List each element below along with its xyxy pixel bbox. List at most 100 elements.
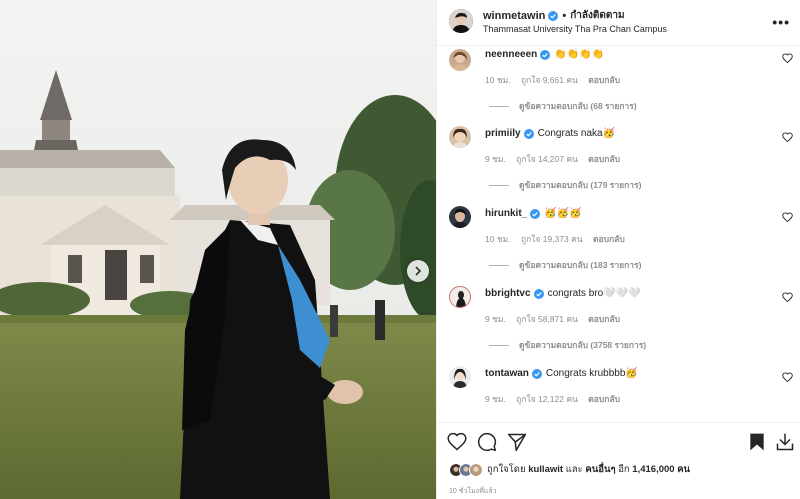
avatar-image — [449, 206, 471, 228]
download-icon — [776, 433, 794, 451]
commenter-avatar[interactable] — [449, 126, 471, 148]
comment-item: neenneeen 👏👏👏👏 10 ชม. ถูกใจ 9,661 คน ตอบ… — [437, 46, 800, 126]
save-button[interactable] — [747, 432, 767, 452]
comment-like-button[interactable] — [782, 372, 793, 385]
comment-time: 10 ชม. — [485, 234, 511, 244]
heart-icon — [782, 212, 793, 223]
comment-list: neenneeen 👏👏👏👏 10 ชม. ถูกใจ 9,661 คน ตอบ… — [437, 46, 800, 422]
avatar-image — [449, 49, 471, 71]
comment-item: tontawan Congrats krubbbb🥳 9 ชม. ถูกใจ 1… — [437, 366, 800, 422]
view-replies-button[interactable]: ดูข้อความตอบกลับ (3758 รายการ) — [489, 338, 646, 352]
verified-badge-icon — [530, 208, 541, 219]
post-action-bar — [437, 422, 800, 460]
next-photo-button[interactable] — [407, 260, 429, 282]
comment-time: 9 ชม. — [485, 154, 506, 164]
comment-time: 9 ชม. — [485, 394, 506, 404]
post-panel: winmetawin • กำลังติดตาม Thammasat Unive… — [436, 0, 800, 499]
separator-dot: • — [562, 9, 567, 22]
view-replies-label: ดูข้อความตอบกลับ (68 รายการ) — [519, 101, 637, 111]
comment-likes[interactable]: ถูกใจ 9,661 คน — [521, 75, 578, 85]
bookmark-icon — [750, 433, 764, 451]
view-replies-label: ดูข้อความตอบกลับ (3758 รายการ) — [519, 340, 647, 350]
heart-icon — [447, 432, 467, 451]
comment-like-button[interactable] — [782, 132, 793, 145]
heart-icon — [782, 292, 793, 303]
comment-likes[interactable]: ถูกใจ 58,871 คน — [516, 314, 578, 324]
share-icon — [507, 433, 527, 452]
comment-text: congrats bro🤍🤍🤍 — [547, 288, 641, 299]
post-header: winmetawin • กำลังติดตาม Thammasat Unive… — [437, 0, 800, 46]
replies-divider — [489, 344, 509, 346]
comment-like-button[interactable] — [782, 292, 793, 305]
commenter-avatar[interactable] — [449, 49, 471, 71]
likes-summary: ถูกใจโดย kullawit และ คนอื่นๆ อีก 1,416,… — [449, 462, 690, 477]
comment-like-button[interactable] — [782, 212, 793, 225]
view-replies-button[interactable]: ดูข้อความตอบกลับ (68 รายการ) — [489, 99, 637, 113]
comment-text: 👏👏👏👏 — [554, 49, 605, 60]
heart-icon — [782, 53, 793, 64]
reply-button[interactable]: ตอบกลับ — [593, 234, 625, 244]
comment-item: primiily Congrats naka🥳 9 ชม. ถูกใจ 14,2… — [437, 126, 800, 206]
view-replies-label: ดูข้อความตอบกลับ (183 รายการ) — [519, 260, 642, 270]
reply-button[interactable]: ตอบกลับ — [588, 75, 620, 85]
verified-badge-icon — [540, 49, 551, 60]
post-timestamp: 10 ชั่วโมงที่แล้ว — [449, 488, 497, 495]
view-replies-button[interactable]: ดูข้อความตอบกลับ (183 รายการ) — [489, 258, 641, 272]
comment-icon — [477, 432, 497, 452]
reply-button[interactable]: ตอบกลับ — [588, 154, 620, 164]
comment-username[interactable]: neenneeen — [485, 49, 537, 60]
comment-like-button[interactable] — [782, 53, 793, 66]
comment-likes[interactable]: ถูกใจ 12,122 คน — [516, 394, 578, 404]
comment-username[interactable]: hirunkit_ — [485, 208, 527, 219]
graduation-photo — [0, 0, 436, 499]
verified-badge-icon — [548, 10, 559, 21]
reply-button[interactable]: ตอบกลับ — [588, 314, 620, 324]
replies-divider — [489, 264, 509, 266]
more-options-button[interactable]: ••• — [772, 14, 790, 30]
comment-username[interactable]: tontawan — [485, 368, 529, 379]
liked-by-user[interactable]: kullawit — [528, 464, 563, 475]
liked-by-and: และ — [565, 464, 583, 475]
liked-by-others[interactable]: คนอื่นๆ — [585, 464, 615, 475]
comment-text: 🥳🥳🥳 — [544, 208, 582, 219]
following-button[interactable]: กำลังติดตาม — [570, 8, 624, 23]
verified-badge-icon — [523, 128, 534, 139]
share-button[interactable] — [507, 432, 527, 452]
commenter-avatar[interactable] — [449, 206, 471, 228]
like-button[interactable] — [447, 432, 467, 452]
post-location[interactable]: Thammasat University Tha Pra Chan Campus — [483, 24, 667, 34]
author-avatar[interactable] — [449, 9, 473, 33]
comment-username[interactable]: primiily — [485, 128, 521, 139]
liked-by-more: อีก — [618, 464, 630, 475]
comment-text: Congrats naka🥳 — [537, 128, 616, 139]
view-replies-button[interactable]: ดูข้อความตอบกลับ (179 รายการ) — [489, 178, 641, 192]
comment-text: Congrats krubbbb🥳 — [545, 368, 638, 379]
comment-likes[interactable]: ถูกใจ 14,207 คน — [516, 154, 578, 164]
comment-item: bbrightvc congrats bro🤍🤍🤍 9 ชม. ถูกใจ 58… — [437, 286, 800, 366]
reply-button[interactable]: ตอบกลับ — [588, 394, 620, 404]
post-photo — [0, 0, 436, 499]
comment-username[interactable]: bbrightvc — [485, 288, 531, 299]
author-avatar-image — [449, 9, 473, 33]
comment-button[interactable] — [477, 432, 497, 452]
likes-count[interactable]: 1,416,000 คน — [632, 464, 690, 475]
commenter-avatar[interactable] — [449, 286, 471, 308]
replies-divider — [489, 184, 509, 186]
avatar-image — [450, 287, 470, 307]
commenter-avatar[interactable] — [449, 366, 471, 388]
comment-likes[interactable]: ถูกใจ 19,373 คน — [521, 234, 583, 244]
liker-avatar — [469, 462, 483, 477]
download-button[interactable] — [775, 432, 795, 452]
comment-time: 10 ชม. — [485, 75, 511, 85]
chevron-right-icon — [415, 266, 422, 276]
comment-time: 9 ชม. — [485, 314, 506, 324]
verified-badge-icon — [533, 288, 544, 299]
comment-item: hirunkit_ 🥳🥳🥳 10 ชม. ถูกใจ 19,373 คน ตอบ… — [437, 206, 800, 286]
heart-icon — [782, 132, 793, 143]
liked-by-prefix: ถูกใจโดย — [487, 464, 526, 475]
replies-divider — [489, 105, 509, 107]
avatar-image — [449, 366, 471, 388]
verified-badge-icon — [531, 368, 542, 379]
author-username[interactable]: winmetawin — [483, 10, 545, 22]
avatar-image — [449, 126, 471, 148]
